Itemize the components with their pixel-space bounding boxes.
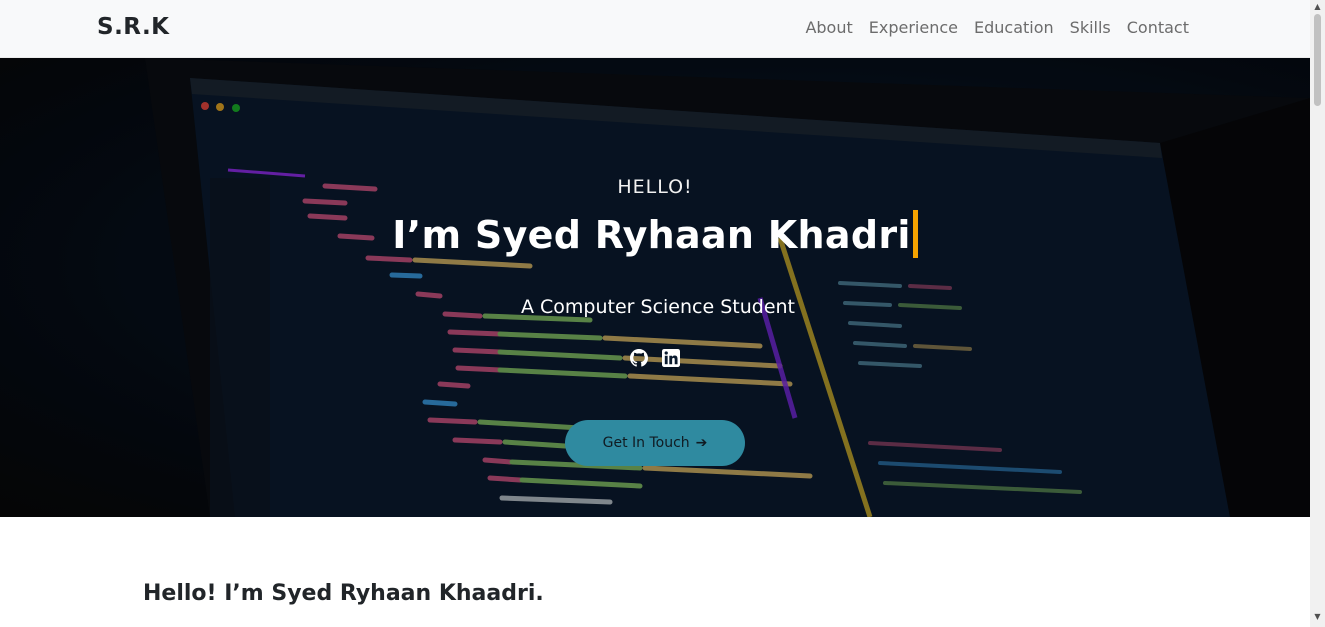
hero-subtitle: A Computer Science Student (520, 296, 795, 318)
nav-link-contact[interactable]: Contact (1127, 18, 1189, 38)
nav-link-skills[interactable]: Skills (1070, 18, 1111, 38)
hero-headline-row: I’m Syed Ryhaan Khadri (0, 210, 1310, 258)
social-links (630, 349, 680, 367)
about-heading: Hello! I’m Syed Ryhaan Khaadri. (143, 581, 544, 606)
nav-link-about[interactable]: About (805, 18, 852, 38)
hero-section: HELLO! I’m Syed Ryhaan Khadri A Computer… (0, 58, 1310, 517)
navbar: S.R.K About Experience Education Skills … (0, 0, 1310, 58)
typing-cursor (912, 210, 918, 258)
github-icon[interactable] (630, 349, 648, 367)
hero-headline: I’m Syed Ryhaan Khadri (392, 213, 911, 257)
get-in-touch-button[interactable]: Get In Touch ➔ (565, 420, 745, 466)
brand-logo[interactable]: S.R.K (97, 14, 170, 40)
page-scrollbar[interactable]: ▲ ▼ (1310, 0, 1325, 627)
nav-link-education[interactable]: Education (974, 18, 1054, 38)
arrow-right-icon: ➔ (695, 435, 708, 451)
scroll-down-icon[interactable]: ▼ (1313, 612, 1322, 621)
get-in-touch-label: Get In Touch (602, 435, 690, 451)
hero-greeting: HELLO! (617, 176, 693, 198)
scroll-up-icon[interactable]: ▲ (1313, 2, 1322, 11)
nav-links: About Experience Education Skills Contac… (805, 18, 1189, 38)
nav-link-experience[interactable]: Experience (869, 18, 958, 38)
linkedin-icon[interactable] (662, 349, 680, 367)
scroll-thumb[interactable] (1314, 14, 1321, 106)
